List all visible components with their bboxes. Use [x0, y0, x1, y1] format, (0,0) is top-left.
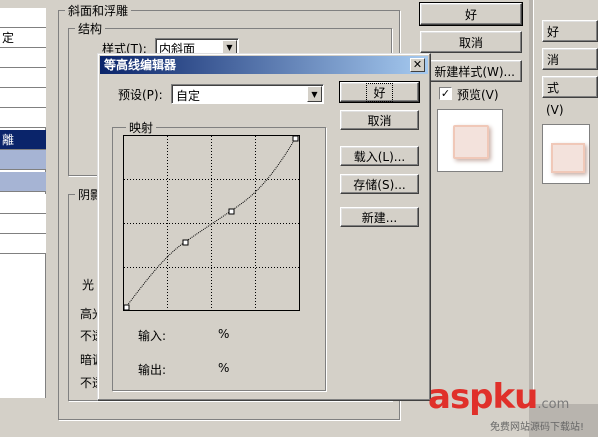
contour-cancel-button[interactable]: 取消 [340, 110, 419, 130]
ok-button[interactable]: 好 [419, 2, 523, 26]
preview-thumbnail [437, 109, 503, 172]
cancel-button[interactable]: 取消 [420, 31, 522, 53]
input-label: 输入: [138, 329, 167, 343]
structure-group-title: 结构 [75, 20, 106, 37]
load-button[interactable]: 载入(L)... [340, 146, 419, 166]
chevron-down-icon[interactable]: ▼ [222, 40, 237, 54]
watermark-tagline: 免费网站源码下载站! [490, 422, 585, 433]
styles-list: 定 離 [0, 0, 46, 437]
dialog-titlebar[interactable]: 等高线编辑器 ✕ [100, 56, 428, 74]
bevel-group-title: 斜面和浮雕 [65, 2, 132, 19]
bg-preview-thumbnail [542, 124, 590, 184]
styles-list-box: 定 離 [0, 8, 46, 398]
curve-point-handle[interactable] [228, 208, 235, 215]
close-icon[interactable]: ✕ [410, 58, 425, 72]
styles-list-item[interactable] [0, 108, 46, 128]
styles-list-item-selected[interactable]: 離 [0, 130, 46, 150]
bg-window-button[interactable]: 消 [542, 48, 598, 70]
watermark: aspku.com 免费网站源码下载站! [428, 378, 598, 437]
contour-editor-dialog: 等高线编辑器 ✕ 预设(P): 自定 ▼ 映射 输入: % 输出: % 好 取消… [97, 53, 431, 401]
save-button[interactable]: 存储(S)... [340, 174, 419, 194]
preview-label: 预览(V) [457, 88, 499, 102]
preset-label: 预设(P): [118, 88, 163, 102]
styles-list-item[interactable] [0, 214, 46, 234]
styles-list-item[interactable] [0, 8, 46, 28]
dialog-title: 等高线编辑器 [104, 58, 177, 72]
new-style-button[interactable]: 新建样式(W)... [420, 60, 522, 82]
styles-list-item[interactable] [0, 194, 46, 214]
mapping-group-title: 映射 [126, 119, 157, 136]
styles-list-item[interactable] [0, 68, 46, 88]
bg-window-button[interactable]: 式 [542, 76, 598, 98]
light-label: 光 [82, 278, 95, 292]
styles-list-item[interactable] [0, 172, 46, 192]
contour-curve-graph[interactable] [123, 135, 300, 311]
styles-list-item[interactable] [0, 48, 46, 68]
new-contour-button[interactable]: 新建... [340, 207, 419, 227]
bg-window-label: (V) [546, 103, 564, 117]
chevron-down-icon[interactable]: ▼ [307, 86, 322, 102]
background-window-edge: 好 消 式 (V) [529, 0, 598, 437]
styles-list-item[interactable]: 定 [0, 28, 46, 48]
preset-dropdown[interactable]: 自定 ▼ [171, 84, 324, 104]
bg-window-button[interactable]: 好 [542, 20, 598, 42]
curve-point-handle[interactable] [123, 304, 130, 311]
styles-list-item[interactable] [0, 234, 46, 254]
styles-list-item[interactable] [0, 150, 46, 170]
preview-checkbox[interactable]: ✓ [439, 87, 452, 100]
output-unit: % [218, 361, 230, 375]
input-unit: % [218, 327, 230, 341]
styles-list-item[interactable] [0, 88, 46, 108]
output-label: 输出: [138, 363, 167, 377]
curve-point-handle[interactable] [292, 135, 299, 142]
preset-dropdown-value: 自定 [176, 89, 201, 103]
curve-point-handle[interactable] [182, 239, 189, 246]
contour-ok-button[interactable]: 好 [339, 81, 420, 103]
